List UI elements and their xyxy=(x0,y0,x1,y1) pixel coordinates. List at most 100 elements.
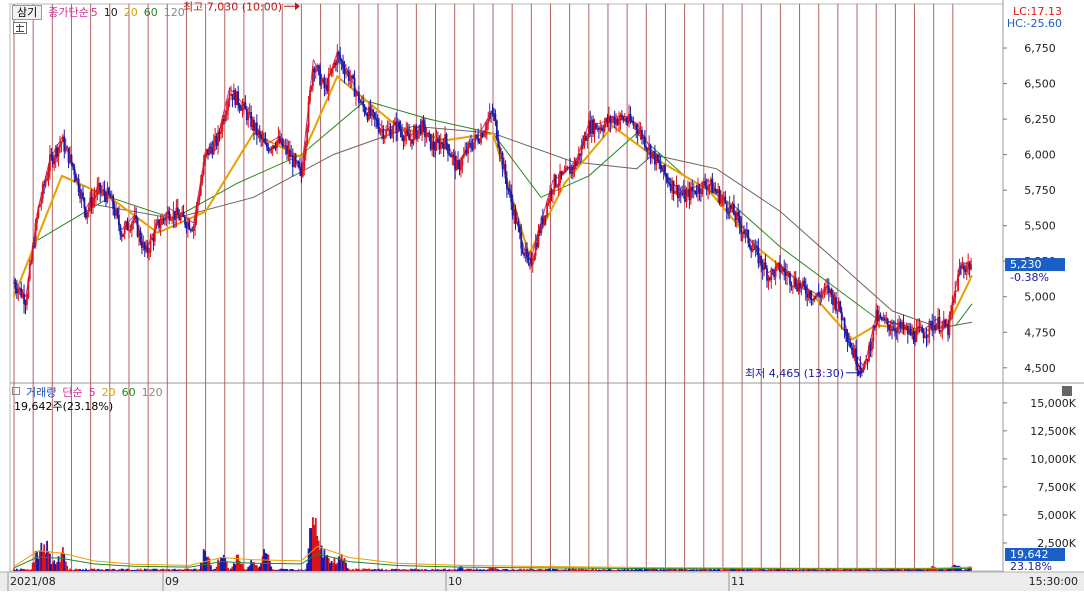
volume-panel-close-icon[interactable] xyxy=(1062,386,1072,396)
candle-body xyxy=(247,112,250,121)
volume-legend-item: 120 xyxy=(141,386,163,399)
date-label: 10 xyxy=(448,575,462,588)
candle-body xyxy=(103,189,106,196)
price-tick-label: 6,750 xyxy=(1024,42,1056,55)
candle-body xyxy=(41,184,44,199)
candle-body xyxy=(952,298,955,303)
candle-body xyxy=(495,120,498,140)
candle-body xyxy=(958,267,961,275)
candle-body xyxy=(306,127,309,143)
chart-settings-icon[interactable] xyxy=(13,22,27,34)
volume-tick-label: 5,000K xyxy=(1037,509,1076,522)
candle-body xyxy=(955,290,958,292)
candle-body xyxy=(192,227,195,231)
candle-body xyxy=(44,180,47,186)
candle-body xyxy=(363,106,366,114)
legend-item: 60 xyxy=(143,6,158,19)
candle-body xyxy=(276,140,278,148)
candle-body xyxy=(547,202,550,204)
date-label: 11 xyxy=(731,575,745,588)
candle-body xyxy=(182,211,185,217)
candle-body xyxy=(656,154,659,162)
candle-body xyxy=(629,113,632,122)
candle-body xyxy=(962,265,965,270)
candle-body xyxy=(30,260,33,264)
candle-body xyxy=(179,215,182,221)
candle-body xyxy=(771,269,774,271)
candle-body xyxy=(398,121,401,130)
candle-body xyxy=(327,74,330,92)
mode-button[interactable]: 삼기 xyxy=(12,5,43,20)
candle-body xyxy=(129,229,132,231)
candle-body xyxy=(482,133,485,137)
volume-tick-label: 15,000K xyxy=(1030,397,1076,410)
candle-body xyxy=(307,101,310,128)
candle-body xyxy=(452,154,455,157)
candle-body xyxy=(87,207,90,212)
candle-body xyxy=(148,252,150,254)
candle-body xyxy=(783,268,786,272)
candle-body xyxy=(484,130,487,134)
candle-body xyxy=(498,147,501,154)
candle-body xyxy=(60,141,63,145)
legend-item: 20 xyxy=(123,6,138,19)
candle-body xyxy=(643,136,646,148)
candle-body xyxy=(740,224,743,233)
candle-body xyxy=(264,142,267,144)
candle-body xyxy=(817,292,820,296)
candle-body xyxy=(119,225,122,236)
candle-body xyxy=(957,274,960,291)
candle-body xyxy=(462,154,465,158)
candle-body xyxy=(764,262,767,269)
candle-body xyxy=(59,144,61,148)
candle-body xyxy=(477,137,480,142)
candle-body xyxy=(760,255,763,266)
candle-body xyxy=(803,280,806,287)
candle-body xyxy=(625,118,628,122)
candle-body xyxy=(194,217,196,228)
candle-body xyxy=(100,191,103,193)
legend-item: 120 xyxy=(163,6,185,19)
candle-body xyxy=(685,192,688,202)
candle-body xyxy=(665,174,668,178)
candle-body xyxy=(554,174,557,187)
stock-chart[interactable]: 6,7506,5006,2506,0005,7505,5005,2505,000… xyxy=(0,0,1084,591)
candle-body xyxy=(383,136,386,139)
candle-body xyxy=(863,360,866,368)
candle-body xyxy=(184,216,186,225)
candle-body xyxy=(146,245,149,253)
candle-body xyxy=(708,184,711,186)
candle-body xyxy=(520,232,523,249)
candle-body xyxy=(447,144,449,154)
candle-body xyxy=(188,221,191,230)
candle-body xyxy=(132,219,135,224)
volume-legend-item: 5 xyxy=(88,386,96,399)
candle-body xyxy=(556,185,559,187)
candle-body xyxy=(26,297,28,305)
candle-body xyxy=(674,192,676,194)
candle-body xyxy=(724,196,727,204)
candle-body xyxy=(176,207,179,216)
candle-body xyxy=(165,214,168,221)
price-tick-label: 5,000 xyxy=(1024,291,1056,304)
candle-body xyxy=(645,147,648,149)
candle-body xyxy=(408,133,411,141)
candle-body xyxy=(448,153,451,155)
candle-body xyxy=(701,181,704,194)
candle-body xyxy=(915,329,918,342)
candle-body xyxy=(260,134,263,139)
price-tick-label: 5,750 xyxy=(1024,184,1056,197)
volume-legend-square-icon xyxy=(12,387,20,395)
candle-body xyxy=(445,134,448,145)
price-tick-label: 6,500 xyxy=(1024,78,1056,91)
candle-body xyxy=(789,272,791,285)
candle-body xyxy=(872,325,875,342)
candle-body xyxy=(859,365,862,370)
candle-body xyxy=(241,105,244,111)
candle-body xyxy=(339,54,342,61)
candle-body xyxy=(424,124,426,137)
candle-body xyxy=(721,198,724,200)
volume-bar xyxy=(970,567,972,571)
candle-body xyxy=(123,225,126,234)
volume-tick-label: 12,500K xyxy=(1030,425,1076,438)
